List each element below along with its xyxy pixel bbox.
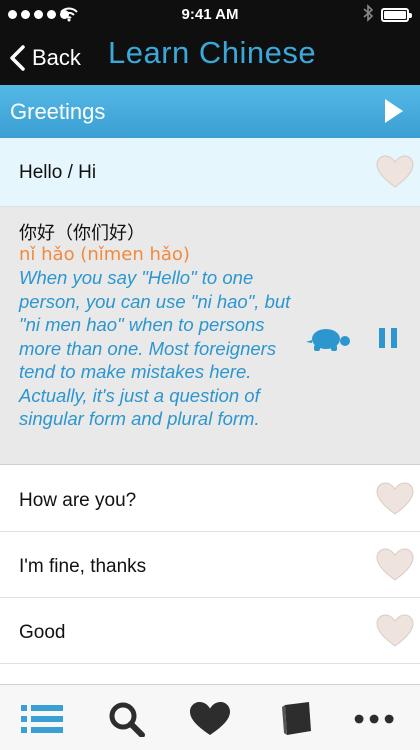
list-item-hello[interactable]: Hello / Hi xyxy=(0,138,420,207)
tab-search[interactable] xyxy=(104,701,150,738)
more-icon xyxy=(354,714,394,724)
tab-list[interactable] xyxy=(19,701,65,737)
list-item-good[interactable]: Good xyxy=(0,598,420,664)
heart-icon[interactable] xyxy=(376,155,414,189)
heart-icon[interactable] xyxy=(376,548,414,582)
turtle-icon[interactable] xyxy=(304,327,352,353)
phrase-label: I'm fine, thanks xyxy=(19,556,147,577)
chevron-left-icon xyxy=(10,45,25,71)
tab-more[interactable] xyxy=(352,701,398,737)
bluetooth-icon xyxy=(363,4,374,22)
phrase-label: Good xyxy=(19,622,66,643)
heart-icon[interactable] xyxy=(376,482,414,516)
phrase-detail-panel: 你好（你们好） nǐ hǎo (nǐmen hǎo) When you say … xyxy=(0,207,420,465)
search-icon xyxy=(109,702,145,738)
tab-favorites[interactable] xyxy=(187,701,233,737)
back-button[interactable]: Back xyxy=(8,38,81,78)
book-icon xyxy=(282,702,311,735)
pinyin-text: nǐ hǎo (nǐmen hǎo) xyxy=(19,244,190,265)
battery-icon xyxy=(381,8,412,22)
back-label: Back xyxy=(32,45,81,70)
navigation-bar: Back Learn Chinese xyxy=(0,30,420,85)
page-title: Learn Chinese xyxy=(108,35,317,70)
chinese-text: 你好（你们好） xyxy=(19,223,145,244)
heart-icon[interactable] xyxy=(376,614,414,648)
play-icon[interactable] xyxy=(383,97,405,125)
phrase-label: Hello / Hi xyxy=(19,162,97,183)
status-bar: 9:41 AM xyxy=(0,0,420,30)
list-icon xyxy=(21,705,63,733)
tab-book[interactable] xyxy=(275,701,321,737)
category-label: Greetings xyxy=(10,99,106,124)
pause-icon[interactable] xyxy=(378,327,398,349)
status-time: 9:41 AM xyxy=(181,6,239,23)
heart-icon xyxy=(190,702,230,735)
tab-bar xyxy=(0,684,420,750)
phrase-label: How are you? xyxy=(19,490,137,511)
list-item-im-fine[interactable]: I'm fine, thanks xyxy=(0,532,420,598)
list-item-how-are-you[interactable]: How are you? xyxy=(0,466,420,532)
top-bar: 9:41 AM Back Learn Chinese xyxy=(0,0,420,85)
explanation-text: When you say "Hello" to one person, you … xyxy=(19,267,291,429)
category-header: Greetings xyxy=(0,85,420,138)
